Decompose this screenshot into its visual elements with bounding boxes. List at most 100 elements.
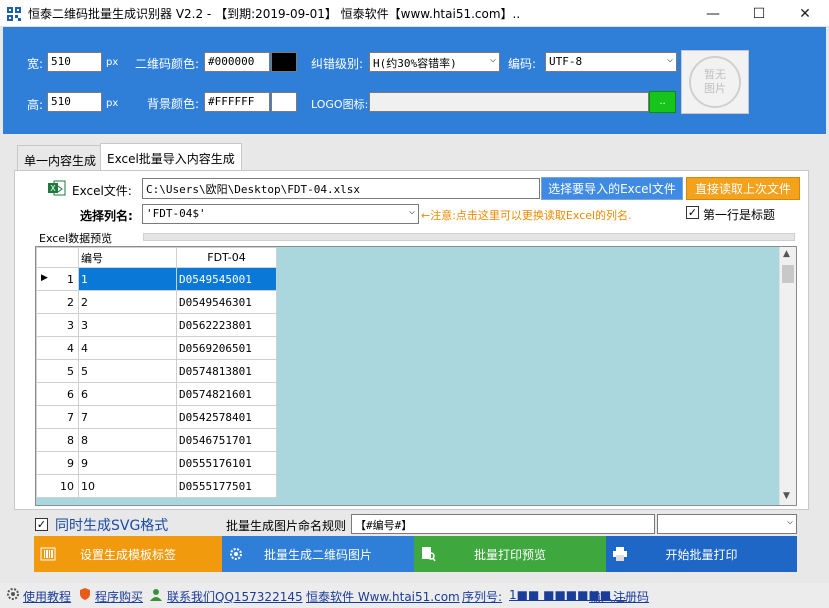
cell-fdt[interactable]: D0549546301 <box>176 290 277 314</box>
print-preview-button[interactable]: 批量打印预览 <box>414 536 606 572</box>
column-header-number[interactable]: 编号 <box>78 247 177 268</box>
cell-fdt[interactable]: D0569206501 <box>176 336 277 360</box>
encoding-select[interactable]: UTF-8 ⌵ <box>545 52 677 72</box>
excel-file-icon: X <box>48 180 66 196</box>
gear-icon <box>7 588 19 600</box>
start-print-button[interactable]: 开始批量打印 <box>606 536 797 572</box>
tab-single-content[interactable]: 单一内容生成 <box>17 145 104 170</box>
table-row[interactable]: 5 5 D0574813801 <box>36 359 277 383</box>
cell-fdt[interactable]: D0555177501 <box>176 474 277 498</box>
tab-excel-batch[interactable]: Excel批量导入内容生成 <box>100 143 242 170</box>
data-grid[interactable]: 编号 FDT-04 ▶ 1 1 D0549545001 2 2 D0549546301 3 3 D… <box>35 246 797 506</box>
scroll-up-icon[interactable]: ▲ <box>783 249 790 259</box>
cell-number[interactable]: 4 <box>78 336 177 360</box>
gear-icon <box>230 548 242 560</box>
close-button[interactable]: ✕ <box>782 0 828 27</box>
width-label: 宽: <box>27 57 44 71</box>
excel-path-input[interactable]: C:\Users\欧阳\Desktop\FDT-04.xlsx <box>142 178 540 199</box>
svg-checkbox[interactable]: ✓ <box>35 518 48 531</box>
logo-path-input[interactable] <box>369 92 649 112</box>
bg-color-label: 背景颜色: <box>147 97 200 111</box>
printer-icon <box>613 547 627 561</box>
cell-number[interactable]: 8 <box>78 428 177 452</box>
row-header[interactable]: 8 <box>36 428 79 452</box>
cell-fdt[interactable]: D0574821601 <box>176 382 277 406</box>
register-link[interactable]: 输入注册码 <box>589 588 649 605</box>
ecc-label: 纠错级别: <box>311 57 364 71</box>
cell-number[interactable]: 2 <box>78 290 177 314</box>
cell-fdt[interactable]: D0546751701 <box>176 428 277 452</box>
column-select[interactable]: 'FDT-04$' ⌵ <box>142 204 419 224</box>
width-input[interactable]: 510 <box>47 52 102 72</box>
start-print-label: 开始批量打印 <box>665 547 738 562</box>
table-row[interactable]: 8 8 D0546751701 <box>36 428 277 452</box>
table-row[interactable]: 4 4 D0569206501 <box>36 336 277 360</box>
batch-generate-button[interactable]: 批量生成二维码图片 <box>222 536 414 572</box>
scroll-thumb[interactable] <box>782 265 794 283</box>
minimize-button[interactable]: — <box>690 0 736 27</box>
row-number: 5 <box>67 364 74 378</box>
height-input[interactable]: 510 <box>47 92 102 112</box>
reload-last-file-button[interactable]: 直接读取上次文件 <box>686 177 800 200</box>
qr-color-swatch[interactable] <box>271 52 297 72</box>
cell-number[interactable]: 7 <box>78 405 177 429</box>
select-excel-button[interactable]: 选择要导入的Excel文件 <box>541 177 683 200</box>
row-header[interactable]: ▶ 1 <box>36 267 79 291</box>
table-row[interactable]: ▶ 1 1 D0549545001 <box>36 267 277 291</box>
excel-file-label: Excel文件: <box>72 184 132 198</box>
qr-color-input[interactable]: #000000 <box>204 52 270 72</box>
table-row[interactable]: 2 2 D0549546301 <box>36 290 277 314</box>
tutorial-link[interactable]: 使用教程 <box>23 588 71 605</box>
row-header[interactable]: 9 <box>36 451 79 475</box>
table-row[interactable]: 7 7 D0542578401 <box>36 405 277 429</box>
row-header[interactable]: 7 <box>36 405 79 429</box>
row-number: 10 <box>60 479 74 493</box>
cell-number[interactable]: 1 <box>78 267 177 291</box>
cell-number[interactable]: 10 <box>78 474 177 498</box>
cell-number[interactable]: 3 <box>78 313 177 337</box>
grid-vertical-scrollbar[interactable]: ▲ ▼ <box>779 247 796 505</box>
row-header[interactable]: 5 <box>36 359 79 383</box>
bg-color-swatch[interactable] <box>271 92 297 112</box>
window-title: 恒泰二维码批量生成识别器 V2.2 - 【到期:2019-09-01】 恒泰软件… <box>28 7 521 21</box>
print-preview-label: 批量打印预览 <box>473 547 546 562</box>
table-row[interactable]: 9 9 D0555176101 <box>36 451 277 475</box>
qr-color-label: 二维码颜色: <box>135 57 200 71</box>
row-header[interactable]: 6 <box>36 382 79 406</box>
maximize-button[interactable]: ☐ <box>736 0 782 27</box>
website-link[interactable]: 恒泰软件 Www.htai51.com <box>306 588 460 605</box>
scroll-down-icon[interactable]: ▼ <box>783 491 790 501</box>
purchase-link[interactable]: 程序购买 <box>95 588 143 605</box>
cell-number[interactable]: 5 <box>78 359 177 383</box>
template-settings-button[interactable]: 设置生成模板标签 <box>34 536 222 572</box>
table-row[interactable]: 3 3 D0562223801 <box>36 313 277 337</box>
naming-rule-select[interactable]: ⌵ <box>657 514 797 534</box>
cell-fdt[interactable]: D0574813801 <box>176 359 277 383</box>
cell-fdt[interactable]: D0562223801 <box>176 313 277 337</box>
encoding-label: 编码: <box>508 57 537 71</box>
height-label: 高: <box>27 98 44 112</box>
bg-color-input[interactable]: #FFFFFF <box>204 92 270 112</box>
first-row-header-label: 第一行是标题 <box>703 208 776 222</box>
column-header-fdt[interactable]: FDT-04 <box>176 247 277 268</box>
cell-fdt[interactable]: D0549545001 <box>176 267 277 291</box>
cell-fdt[interactable]: D0542578401 <box>176 405 277 429</box>
column-hint: ←注意:点击这里可以更换读取Excel的列名. <box>421 209 632 222</box>
chevron-down-icon: ⌵ <box>786 516 793 527</box>
cell-fdt[interactable]: D0555176101 <box>176 451 277 475</box>
cell-number[interactable]: 6 <box>78 382 177 406</box>
row-header[interactable]: 2 <box>36 290 79 314</box>
row-header[interactable]: 4 <box>36 336 79 360</box>
ecc-select[interactable]: H(约30%容错率) ⌵ <box>369 52 500 72</box>
height-unit: px <box>106 98 119 109</box>
naming-rule-input[interactable]: 【#编号#】 <box>351 514 655 534</box>
row-header[interactable]: 10 <box>36 474 79 498</box>
ecc-value: H(约30%容错率) <box>373 57 457 70</box>
row-header[interactable]: 3 <box>36 313 79 337</box>
table-row[interactable]: 10 10 D0555177501 <box>36 474 277 498</box>
contact-link[interactable]: 联系我们QQ157322145 <box>167 588 303 605</box>
table-row[interactable]: 6 6 D0574821601 <box>36 382 277 406</box>
cell-number[interactable]: 9 <box>78 451 177 475</box>
logo-browse-button[interactable]: .. <box>649 91 676 113</box>
first-row-header-checkbox[interactable]: ✓ <box>686 206 699 219</box>
